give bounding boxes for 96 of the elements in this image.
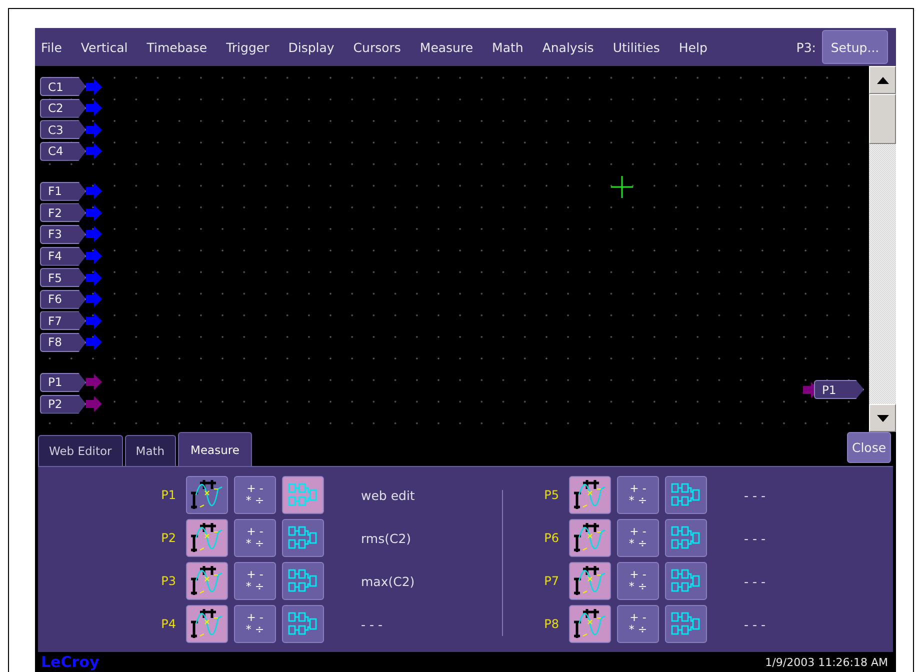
waveform-tool-icon <box>190 608 224 640</box>
menu-item[interactable]: Math <box>492 40 524 54</box>
block-diagram-button[interactable] <box>282 605 324 643</box>
menu-item[interactable]: Trigger <box>226 40 270 54</box>
waveform-tool-icon <box>190 479 224 511</box>
waveform-tool-icon <box>573 522 607 554</box>
scroll-thumb[interactable] <box>869 94 896 144</box>
trace-label[interactable]: F2 <box>40 203 86 222</box>
block-diagram-icon <box>671 525 701 551</box>
menu-item[interactable]: Measure <box>420 40 474 54</box>
waveform-tool-button[interactable] <box>186 476 228 514</box>
trace-label[interactable]: P1 <box>814 380 864 399</box>
waveform-tool-button[interactable] <box>569 562 611 600</box>
up-arrow-icon <box>876 76 888 84</box>
waveform-tool-icon <box>190 522 224 554</box>
crosshair-icon <box>611 176 633 198</box>
waveform-tool-button[interactable] <box>186 605 228 643</box>
parameter-label: P6 <box>543 531 560 545</box>
tab[interactable]: Math <box>124 435 176 466</box>
parameter-value: - - - <box>744 488 766 502</box>
waveform-tool-button[interactable] <box>186 519 228 557</box>
menu-item[interactable]: Display <box>288 40 334 54</box>
trace-label[interactable]: C4 <box>40 142 86 161</box>
logo: LeCroy <box>41 653 100 671</box>
arithmetic-button[interactable]: + - * ÷ <box>617 562 659 600</box>
parameter-value: rms(C2) <box>361 530 412 546</box>
menu-item[interactable]: Vertical <box>80 40 128 54</box>
parameter-value: - - - <box>361 616 384 632</box>
parameter-label: P8 <box>543 617 560 631</box>
close-button[interactable]: Close <box>847 432 891 463</box>
trace-label[interactable]: F7 <box>40 311 86 330</box>
menu-item[interactable]: Cursors <box>353 40 401 54</box>
trace-label[interactable]: P1 <box>40 372 86 392</box>
waveform-tool-icon <box>573 608 607 640</box>
parameter-value: - - - <box>744 574 766 588</box>
trace-label[interactable]: F3 <box>40 224 86 244</box>
scrollbar[interactable] <box>869 66 896 432</box>
parameter-label: P5 <box>543 488 560 502</box>
down-arrow-icon <box>876 414 888 422</box>
block-diagram-icon <box>288 482 318 508</box>
waveform-tool-button[interactable] <box>569 519 611 557</box>
block-diagram-icon <box>671 568 701 594</box>
block-diagram-button[interactable] <box>282 562 324 600</box>
menu-item[interactable]: Analysis <box>542 40 594 54</box>
block-diagram-button[interactable] <box>665 605 707 643</box>
trace-label[interactable]: F8 <box>40 332 86 352</box>
parameter-value: max(C2) <box>361 574 416 588</box>
menu-item[interactable]: File <box>41 40 62 54</box>
scroll-down-button[interactable] <box>869 404 896 432</box>
arithmetic-button[interactable]: + - * ÷ <box>234 519 276 557</box>
block-diagram-icon <box>671 482 701 508</box>
waveform-tool-icon <box>573 479 607 511</box>
setup-button[interactable]: Setup... <box>822 30 888 64</box>
parameter-value: - - - <box>744 530 766 546</box>
block-diagram-icon <box>671 611 701 637</box>
trace-label[interactable]: F6 <box>40 290 86 309</box>
menu-item[interactable]: Utilities <box>612 40 660 54</box>
waveform-tool-icon <box>190 565 224 597</box>
parameter-value: - - - <box>744 616 766 632</box>
trace-label[interactable]: F4 <box>40 246 86 266</box>
menu-item[interactable]: Help <box>678 40 708 54</box>
arithmetic-button[interactable]: + - * ÷ <box>617 605 659 643</box>
parameter-label: P1 <box>160 488 177 502</box>
waveform-tool-button[interactable] <box>569 476 611 514</box>
context-label: P3: <box>796 40 816 54</box>
parameter-label: P2 <box>160 531 177 545</box>
waveform-tool-button[interactable] <box>186 562 228 600</box>
arithmetic-button[interactable]: + - * ÷ <box>234 476 276 514</box>
trace-label[interactable]: F1 <box>40 182 86 201</box>
trace-label[interactable]: C3 <box>40 120 86 140</box>
trace-label[interactable]: C1 <box>40 77 86 96</box>
parameter-value: web edit <box>361 488 416 502</box>
trace-label[interactable]: F5 <box>40 268 86 288</box>
arithmetic-button[interactable]: + - * ÷ <box>617 519 659 557</box>
block-diagram-icon <box>288 611 318 637</box>
arithmetic-button[interactable]: + - * ÷ <box>234 605 276 643</box>
waveform-tool-button[interactable] <box>569 605 611 643</box>
menu-item[interactable]: Timebase <box>146 40 208 54</box>
scroll-up-button[interactable] <box>869 66 896 94</box>
parameter-label: P7 <box>543 574 560 588</box>
waveform-tool-icon <box>573 565 607 597</box>
block-diagram-button[interactable] <box>282 519 324 557</box>
parameter-label: P4 <box>160 617 177 631</box>
timestamp: 1/9/2003 11:26:18 AM <box>765 656 888 668</box>
block-diagram-button[interactable] <box>665 476 707 514</box>
arithmetic-button[interactable]: + - * ÷ <box>617 476 659 514</box>
trace-label[interactable]: C2 <box>40 98 86 118</box>
arithmetic-button[interactable]: + - * ÷ <box>234 562 276 600</box>
trace-label[interactable]: P2 <box>40 394 86 414</box>
block-diagram-button[interactable] <box>665 562 707 600</box>
tab[interactable]: Web Editor <box>38 435 123 466</box>
block-diagram-icon <box>288 525 318 551</box>
block-diagram-button[interactable] <box>665 519 707 557</box>
tab[interactable]: Measure <box>178 432 252 466</box>
parameter-label: P3 <box>160 574 177 588</box>
block-diagram-icon <box>288 568 318 594</box>
